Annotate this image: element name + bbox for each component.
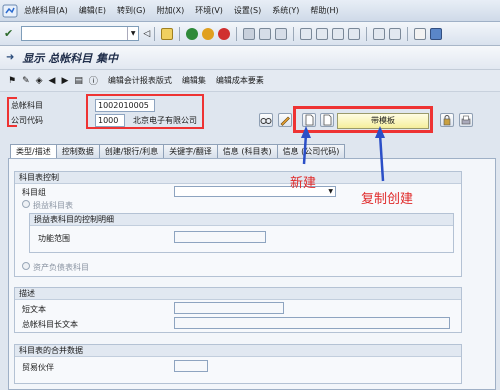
annotation-new: 新建 [290, 176, 317, 191]
annotation-copy-create: 复制创建 [361, 192, 414, 207]
annotation-arrows [301, 126, 385, 182]
